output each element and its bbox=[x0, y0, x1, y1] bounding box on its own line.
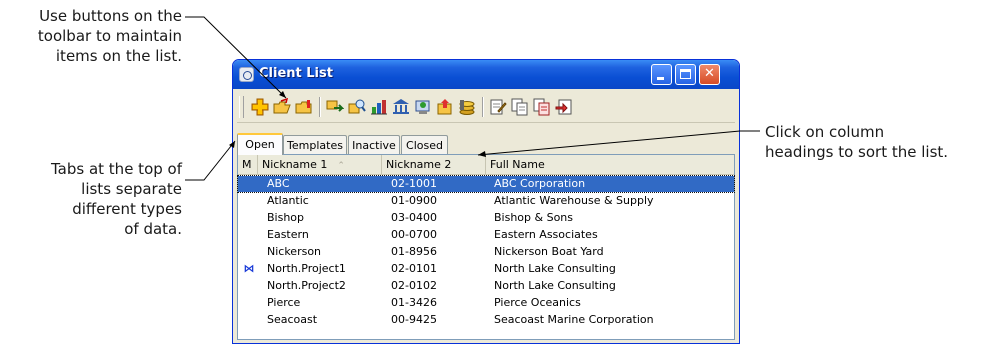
sort-callout: Click on column headings to sort the lis… bbox=[765, 122, 948, 162]
column-header-full-name[interactable]: Full Name bbox=[486, 155, 734, 174]
callout-line: Tabs at the top of bbox=[50, 160, 182, 178]
open-folder-icon[interactable] bbox=[273, 98, 291, 116]
tab-templates[interactable]: Templates bbox=[283, 135, 347, 154]
duplicate-icon[interactable] bbox=[533, 98, 551, 116]
toolbar-callout: Use buttons on the toolbar to maintain i… bbox=[0, 6, 182, 66]
client-icon[interactable] bbox=[414, 98, 432, 116]
full-name-cell: North Lake Consulting bbox=[494, 279, 616, 292]
maximize-icon bbox=[680, 69, 691, 79]
sort-ascending-icon: ⌃ bbox=[337, 161, 345, 171]
bank-icon[interactable] bbox=[392, 98, 410, 116]
tab-open[interactable]: Open bbox=[237, 133, 283, 155]
table-row[interactable]: North.Project2 02-0102 North Lake Consulti… bbox=[238, 278, 734, 294]
coins-icon[interactable] bbox=[458, 98, 476, 116]
callout-line: different types bbox=[72, 200, 182, 218]
toolbar-separator bbox=[319, 97, 321, 117]
full-name-cell: Nickerson Boat Yard bbox=[494, 245, 604, 258]
callout-line: toolbar to maintain bbox=[37, 27, 182, 45]
nickname-1-cell: Pierce bbox=[267, 296, 301, 309]
window-title: Client List bbox=[259, 66, 333, 81]
nickname-1-cell: Eastern bbox=[267, 228, 309, 241]
clock-icon[interactable] bbox=[239, 67, 254, 82]
tab-closed[interactable]: Closed bbox=[401, 135, 448, 154]
column-header-label: Full Name bbox=[490, 158, 545, 171]
full-name-cell: Seacoast Marine Corporation bbox=[494, 313, 654, 326]
client-list: M Nickname 1 ⌃ Nickname 2 Full Name ABC 02… bbox=[237, 154, 735, 340]
export-icon[interactable] bbox=[436, 98, 454, 116]
nickname-2-cell: 02-1001 bbox=[391, 177, 437, 190]
note-icon[interactable] bbox=[489, 98, 507, 116]
toolbar-grip[interactable] bbox=[239, 96, 244, 118]
nickname-2-cell: 01-0900 bbox=[391, 194, 437, 207]
table-row[interactable]: Eastern 00-0700 Eastern Associates bbox=[238, 227, 734, 243]
full-name-cell: North Lake Consulting bbox=[494, 262, 616, 275]
nickname-2-cell: 03-0400 bbox=[391, 211, 437, 224]
nickname-1-cell: Nickerson bbox=[267, 245, 322, 258]
nickname-2-cell: 02-0101 bbox=[391, 262, 437, 275]
callout-line: headings to sort the list. bbox=[765, 143, 949, 161]
minimize-icon bbox=[657, 77, 664, 80]
table-row[interactable]: Seacoast 00-9425 Seacoast Marine Corporati… bbox=[238, 312, 734, 328]
callout-line: lists separate bbox=[81, 180, 182, 198]
table-row[interactable]: ABC 02-1001 ABC Corporation bbox=[237, 175, 735, 193]
tab-inactive[interactable]: Inactive bbox=[348, 135, 400, 154]
nickname-2-cell: 00-9425 bbox=[391, 313, 437, 326]
table-row[interactable]: ⋈ North.Project1 02-0101 North Lake Consult… bbox=[238, 261, 734, 277]
nickname-2-cell: 00-0700 bbox=[391, 228, 437, 241]
title-bar[interactable]: Client List ✕ bbox=[233, 60, 739, 89]
full-name-cell: Atlantic Warehouse & Supply bbox=[494, 194, 654, 207]
nickname-1-cell: Bishop bbox=[267, 211, 305, 224]
column-header-nickname-1[interactable]: Nickname 1 ⌃ bbox=[258, 155, 382, 174]
nickname-1-cell: North.Project1 bbox=[267, 262, 346, 275]
tabs-callout: Tabs at the top of lists separate differ… bbox=[0, 159, 182, 239]
find-icon[interactable] bbox=[348, 98, 366, 116]
column-header-nickname-2[interactable]: Nickname 2 bbox=[382, 155, 486, 174]
table-row[interactable]: Pierce 01-3426 Pierce Oceanics bbox=[238, 295, 734, 311]
nickname-2-cell: 02-0102 bbox=[391, 279, 437, 292]
callout-line: Click on column bbox=[765, 123, 885, 141]
column-header-label: Nickname 1 bbox=[262, 158, 328, 171]
minimize-button[interactable] bbox=[651, 64, 672, 85]
column-header-label: M bbox=[242, 158, 252, 171]
copy-icon[interactable] bbox=[511, 98, 529, 116]
nickname-1-cell: North.Project2 bbox=[267, 279, 346, 292]
maximize-button[interactable] bbox=[675, 64, 696, 85]
table-row[interactable]: Atlantic 01-0900 Atlantic Warehouse & Supp… bbox=[238, 193, 734, 209]
nickname-2-cell: 01-3426 bbox=[391, 296, 437, 309]
full-name-cell: Pierce Oceanics bbox=[494, 296, 581, 309]
full-name-cell: ABC Corporation bbox=[494, 177, 586, 190]
import-icon[interactable] bbox=[555, 98, 573, 116]
nickname-2-cell: 01-8956 bbox=[391, 245, 437, 258]
full-name-cell: Bishop & Sons bbox=[494, 211, 574, 224]
callout-line: of data. bbox=[124, 220, 182, 238]
reports-icon[interactable] bbox=[370, 98, 388, 116]
table-row[interactable]: Bishop 03-0400 Bishop & Sons bbox=[238, 210, 734, 226]
callout-line: Use buttons on the bbox=[39, 7, 182, 25]
nickname-1-cell: Seacoast bbox=[267, 313, 318, 326]
column-header-row: M Nickname 1 ⌃ Nickname 2 Full Name bbox=[238, 155, 734, 175]
edit-folder-icon[interactable] bbox=[295, 98, 313, 116]
transfer-icon[interactable] bbox=[326, 98, 344, 116]
toolbar bbox=[237, 92, 735, 123]
toolbar-separator bbox=[482, 97, 484, 117]
column-header-m[interactable]: M bbox=[238, 155, 258, 174]
nickname-1-cell: ABC bbox=[267, 177, 290, 190]
client-list-window: Client List ✕ Open Templates Inactive Cl… bbox=[232, 59, 740, 344]
tabs-leader-line bbox=[185, 140, 236, 181]
linked-marker-icon: ⋈ bbox=[243, 262, 255, 275]
nickname-1-cell: Atlantic bbox=[267, 194, 309, 207]
close-button[interactable]: ✕ bbox=[699, 64, 720, 85]
add-icon[interactable] bbox=[251, 98, 269, 116]
callout-line: items on the list. bbox=[55, 47, 182, 65]
table-row[interactable]: Nickerson 01-8956 Nickerson Boat Yard bbox=[238, 244, 734, 260]
full-name-cell: Eastern Associates bbox=[494, 228, 598, 241]
column-header-label: Nickname 2 bbox=[386, 158, 452, 171]
